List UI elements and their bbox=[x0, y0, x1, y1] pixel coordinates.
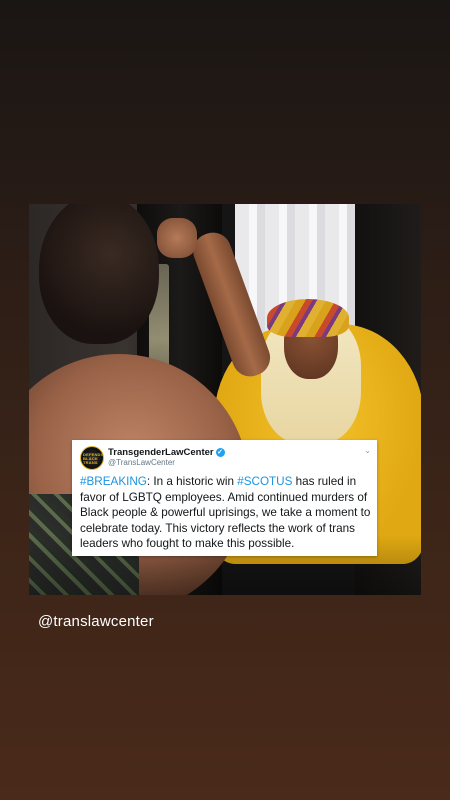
tweet-body: #BREAKING: In a historic win #SCOTUS has… bbox=[80, 474, 372, 552]
hashtag-scotus[interactable]: #SCOTUS bbox=[237, 475, 292, 488]
mention-sticker[interactable]: @translawcenter bbox=[38, 613, 154, 630]
tweet-avatar[interactable]: DEFENDING BLACK TRANS bbox=[80, 446, 104, 470]
tweet-account-name[interactable]: TransgenderLawCenter ✓ bbox=[108, 447, 225, 458]
account-name-text: TransgenderLawCenter bbox=[108, 447, 214, 458]
tweet-account-handle[interactable]: @TransLawCenter bbox=[108, 458, 175, 467]
tweet-card[interactable]: DEFENDING BLACK TRANS TransgenderLawCent… bbox=[72, 440, 377, 556]
verified-badge-icon: ✓ bbox=[215, 447, 225, 457]
hashtag-breaking[interactable]: #BREAKING bbox=[80, 475, 147, 488]
photo-foreground-head bbox=[39, 204, 159, 344]
photo-joined-hands bbox=[157, 218, 197, 258]
tweet-text-segment: : In a historic win bbox=[146, 475, 238, 488]
avatar-text: DEFENDING BLACK TRANS bbox=[83, 452, 103, 465]
chevron-down-icon[interactable]: ⌄ bbox=[364, 446, 371, 455]
photo-headscarf bbox=[267, 299, 349, 337]
